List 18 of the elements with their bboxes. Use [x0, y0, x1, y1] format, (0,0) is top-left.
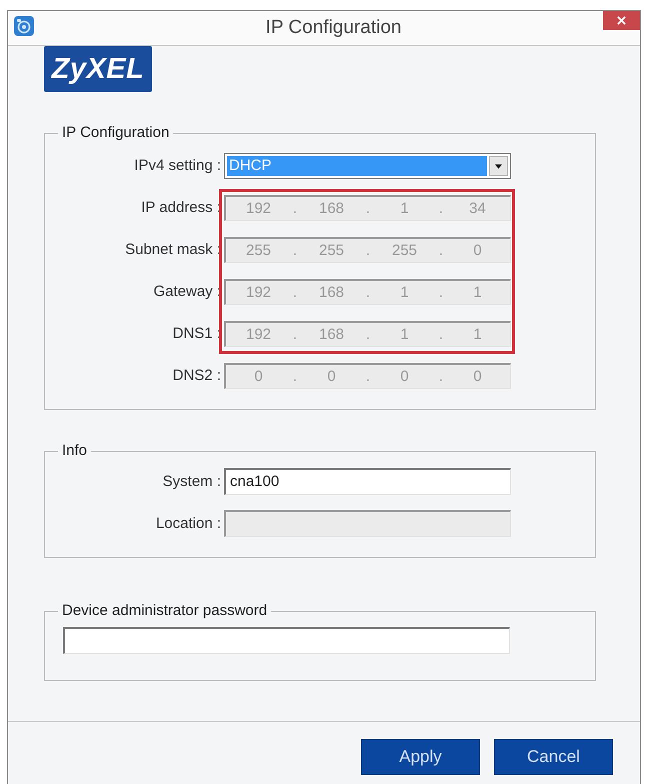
caret-icon: [495, 164, 502, 168]
field-label: Location :: [156, 514, 221, 532]
logo: ZyXEL: [44, 46, 152, 92]
ipv4-setting-dropdown[interactable]: DHCP: [224, 153, 511, 179]
field-label: DNS2 :: [172, 367, 221, 385]
text-field[interactable]: cna100: [224, 468, 511, 495]
field-label: IPv4 setting :: [134, 157, 221, 175]
group-title: Info: [61, 442, 88, 460]
cancel-button[interactable]: Cancel: [494, 739, 613, 775]
app-icon: [14, 16, 34, 36]
password-field[interactable]: [63, 627, 510, 654]
group-title: IP Configuration: [61, 124, 170, 142]
field-label: System :: [162, 472, 221, 490]
close-icon: [617, 16, 626, 24]
apply-button[interactable]: Apply: [361, 739, 480, 775]
window-title: IP Configuration: [264, 17, 402, 39]
group-title: Device administrator password: [61, 602, 268, 620]
close-button[interactable]: [603, 11, 640, 30]
